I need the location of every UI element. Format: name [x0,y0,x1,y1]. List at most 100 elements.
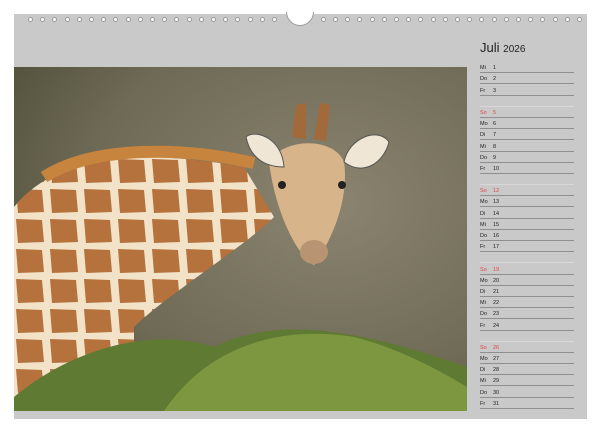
day-row [480,96,574,107]
binding-hole [186,17,192,22]
binding-hole [479,17,485,22]
month-title: Juli 2026 [480,40,525,55]
day-row: Mi 22 [480,297,574,309]
day-row: Mo 6 [480,118,574,130]
day-number: 22 [493,300,500,307]
binding-hole [552,17,558,22]
weekday-label: Fr [480,244,486,251]
binding-hole [418,17,424,22]
binding-hole [28,17,33,22]
binding-hole [247,17,253,22]
day-row: Do 9 [480,152,574,163]
day-number: 17 [493,244,500,251]
day-row: Mo 13 [480,196,574,208]
day-number: 20 [493,277,500,284]
day-row: Fr 31 [480,398,574,409]
giraffe-photo [14,67,467,411]
weekday-label: Fr [480,165,486,172]
day-row: Di 7 [480,129,574,141]
weekday-label: Mo [480,356,488,363]
binding-hole [113,17,119,22]
month-name: Juli [480,40,500,55]
binding-hole [52,17,58,22]
binding-hole [89,17,94,22]
day-number: 7 [493,132,497,139]
day-number: 30 [493,389,500,396]
binding-hole [357,17,363,22]
day-row: Mi 29 [480,375,574,387]
day-number: 19 [493,266,500,273]
weekday-label: Mi [480,143,486,150]
weekday-label: Mi [480,378,486,385]
weekday-label: Di [480,367,486,374]
weekday-label: Mi [480,221,486,228]
weekday-label: Di [480,132,486,139]
binding-hole [101,17,107,22]
binding-hole [235,17,241,22]
binding-hole [467,17,473,22]
binding-hole [137,17,143,22]
binding-hole [345,17,351,22]
weekday-label: Fr [480,87,486,94]
day-list: Mi 1 Do 2 Fr 3 So 5 Mo 6 Di 7 Mi 8 Do 9 Fr 10 So 12 Mo 13 Di 14… [480,62,574,409]
binding-hole [162,17,168,22]
day-row: Mi 1 [480,62,574,74]
weekday-label: Do [480,76,488,83]
binding-hole [430,17,436,22]
binding-hole [272,17,277,22]
binding-hole [564,17,570,22]
binding-hole [125,17,131,22]
day-number: 29 [493,378,500,385]
weekday-label: Do [480,233,488,239]
binding-hole [394,17,399,22]
day-row: Do 23 [480,308,574,320]
binding-hole [333,17,338,22]
weekday-label: Mo [480,121,488,128]
day-number: 14 [493,210,500,217]
day-row: Di 28 [480,364,574,376]
day-row: Do 16 [480,230,574,241]
binding-hole [491,17,497,22]
binding-hole [259,17,265,22]
day-row: Fr 3 [480,84,574,96]
binding-hole [577,17,582,22]
day-number: 26 [493,344,500,351]
binding-hole [503,17,509,22]
day-number: 3 [493,87,497,94]
weekday-label: Mo [480,277,488,284]
day-number: 6 [493,121,497,128]
day-row: Fr 17 [480,241,574,253]
weekday-label: So [480,266,487,273]
day-number: 1 [493,65,497,72]
binding-hole [516,17,521,22]
day-row: Mo 27 [480,353,574,365]
binding-hole [381,17,387,22]
day-row: So 12 [480,185,574,197]
binding-hole [455,17,460,22]
day-row: Do 2 [480,73,574,85]
day-number: 10 [493,165,500,172]
day-row: Di 14 [480,207,574,219]
weekday-label: Do [480,311,488,318]
binding-hole [174,17,180,22]
binding-hole [320,17,326,22]
day-row [480,331,574,342]
weekday-label: So [480,188,487,195]
day-row: Di 21 [480,286,574,297]
day-row [480,252,574,264]
binding-hole [528,17,534,22]
binding-hole [223,17,229,22]
weekday-label: Mi [480,65,486,72]
day-number: 23 [493,311,500,318]
day-number: 15 [493,221,500,228]
binding-hole [442,17,448,22]
day-number: 31 [493,400,500,407]
day-number: 27 [493,356,500,363]
binding-hole [64,17,70,22]
weekday-label: Do [480,389,488,396]
calendar-page: Juli 2026 Mi 1 Do 2 Fr 3 So 5 Mo 6 Di 7 Mi 8 Do 9 Fr 10 So… [14,12,587,419]
day-number: 5 [493,109,497,116]
binding-hole [150,17,155,22]
weekday-label: Do [480,154,488,161]
weekday-label: Fr [480,322,486,329]
